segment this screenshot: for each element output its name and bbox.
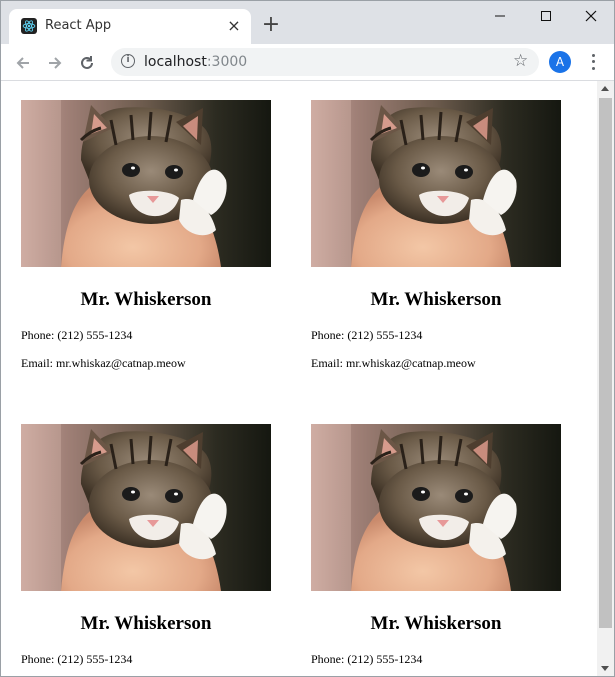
tab-react-app[interactable]: React App ×: [9, 9, 251, 44]
contact-name: Mr. Whiskerson: [80, 613, 212, 634]
kitten-photo: [21, 100, 271, 267]
back-arrow-icon[interactable]: [12, 52, 34, 74]
tab-title: React App: [45, 18, 112, 33]
vertical-scrollbar[interactable]: [597, 81, 614, 676]
contact-phone: Phone: (212) 555-1234: [21, 328, 133, 342]
scrollbar-thumb[interactable]: [599, 98, 612, 628]
bookmark-star-icon[interactable]: ☆: [513, 51, 528, 71]
more-menu-icon[interactable]: [588, 52, 598, 72]
contact-card: Mr. Whiskerson Phone: (212) 555-1234: [21, 424, 271, 667]
kitten-photo: [311, 424, 561, 591]
info-icon[interactable]: i: [121, 54, 135, 68]
contact-email: Email: mr.whiskaz@catnap.meow: [311, 356, 476, 370]
contact-phone: Phone: (212) 555-1234: [311, 652, 423, 666]
contact-email: Email: mr.whiskaz@catnap.meow: [21, 356, 186, 370]
close-window-icon[interactable]: [568, 1, 614, 31]
contact-name: Mr. Whiskerson: [370, 289, 502, 310]
contact-name: Mr. Whiskerson: [370, 613, 502, 634]
profile-avatar[interactable]: A: [549, 51, 571, 73]
kitten-photo: [21, 424, 271, 591]
maximize-icon[interactable]: [523, 1, 569, 31]
tab-strip: React App × +: [1, 1, 614, 44]
page-viewport: Mr. Whiskerson Phone: (212) 555-1234 Ema…: [1, 81, 597, 676]
browser-toolbar: i localhost:3000 ☆ A: [1, 44, 614, 81]
contact-card: Mr. Whiskerson Phone: (212) 555-1234: [311, 424, 561, 667]
url-text[interactable]: localhost:3000: [144, 54, 247, 70]
contact-phone: Phone: (212) 555-1234: [311, 328, 423, 342]
url-port: :3000: [206, 54, 248, 70]
scroll-up-arrow-icon[interactable]: [601, 86, 609, 91]
contact-phone: Phone: (212) 555-1234: [21, 652, 133, 666]
browser-window: React App × + i localhost:3000 ☆ A Mr. W…: [0, 0, 615, 677]
minimize-icon[interactable]: [477, 1, 523, 31]
url-host: localhost: [144, 54, 207, 70]
contact-card: Mr. Whiskerson Phone: (212) 555-1234 Ema…: [21, 100, 271, 371]
contact-card: Mr. Whiskerson Phone: (212) 555-1234 Ema…: [311, 100, 561, 371]
reload-icon[interactable]: [76, 52, 98, 74]
contact-name: Mr. Whiskerson: [80, 289, 212, 310]
scroll-down-arrow-icon[interactable]: [601, 666, 609, 671]
forward-arrow-icon[interactable]: [44, 52, 66, 74]
new-tab-icon[interactable]: +: [260, 14, 282, 37]
kitten-photo: [311, 100, 561, 267]
close-tab-icon[interactable]: ×: [225, 17, 243, 35]
address-bar[interactable]: i localhost:3000 ☆: [111, 48, 539, 76]
react-logo-icon: [21, 18, 37, 34]
